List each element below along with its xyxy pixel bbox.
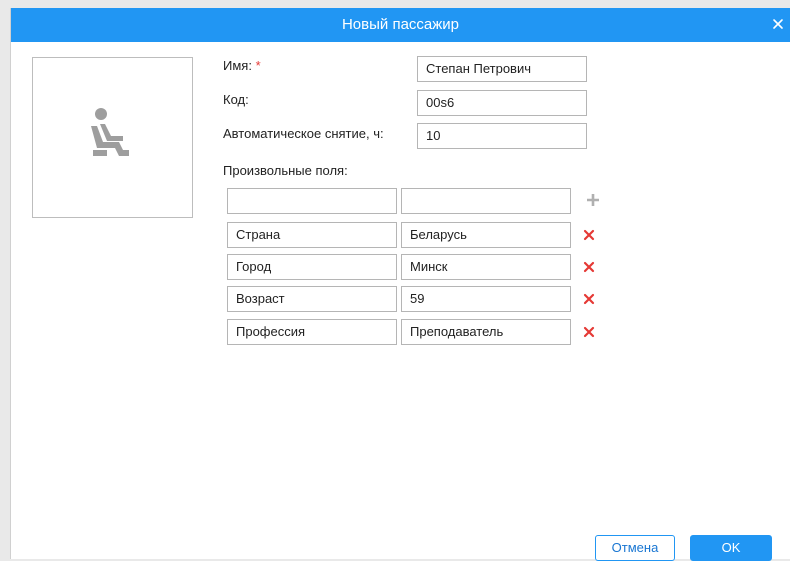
code-label: Код: — [223, 92, 249, 107]
plus-icon[interactable] — [586, 193, 600, 207]
auto-checkout-field[interactable]: 10 — [417, 123, 587, 149]
new-field-name-input[interactable] — [227, 188, 397, 214]
name-label-text: Имя: — [223, 58, 252, 73]
field-name-input[interactable]: Профессия — [227, 319, 397, 345]
field-name-input[interactable]: Страна — [227, 222, 397, 248]
new-field-value-input[interactable] — [401, 188, 571, 214]
dialog-title: Новый пассажир — [341, 16, 460, 33]
ok-button[interactable]: OK — [690, 535, 772, 561]
cancel-button[interactable]: Отмена — [595, 535, 675, 561]
field-value-input[interactable]: Минск — [401, 254, 571, 280]
passenger-seat-icon — [91, 108, 129, 156]
close-icon[interactable] — [770, 16, 786, 32]
auto-checkout-label: Автоматическое снятие, ч: — [223, 126, 384, 141]
field-name-input[interactable]: Возраст — [227, 286, 397, 312]
delete-x-icon[interactable] — [583, 229, 595, 241]
field-value-input[interactable]: 59 — [401, 286, 571, 312]
required-mark: * — [255, 58, 261, 73]
delete-x-icon[interactable] — [583, 261, 595, 273]
code-field[interactable]: 00s6 — [417, 90, 587, 116]
delete-x-icon[interactable] — [583, 326, 595, 338]
field-value-input[interactable]: Преподаватель — [401, 319, 571, 345]
field-name-input[interactable]: Город — [227, 254, 397, 280]
custom-fields-label: Произвольные поля: — [223, 163, 348, 178]
new-passenger-dialog: Новый пассажир Имя: * Степан Петрович Ко… — [10, 8, 790, 559]
dialog-titlebar: Новый пассажир — [11, 8, 790, 42]
name-label: Имя: * — [223, 58, 261, 73]
name-field[interactable]: Степан Петрович — [417, 56, 587, 82]
delete-x-icon[interactable] — [583, 293, 595, 305]
passenger-photo[interactable] — [32, 57, 193, 218]
field-value-input[interactable]: Беларусь — [401, 222, 571, 248]
